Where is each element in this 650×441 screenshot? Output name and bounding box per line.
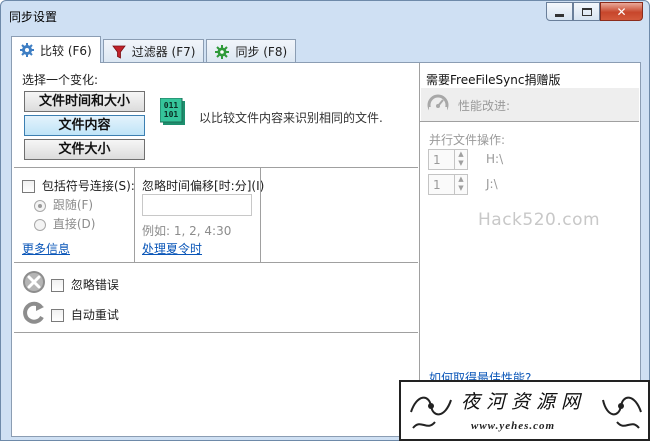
stepper-value: 1	[433, 178, 441, 192]
error-x-icon	[23, 271, 45, 293]
speedometer-icon	[427, 94, 449, 115]
tab-label: 过滤器 (F7)	[131, 45, 196, 59]
tab-strip: 比较 (F6) 过滤器 (F7) 同步 (F8)	[11, 36, 298, 63]
ignore-errors-label: 忽略错误	[70, 278, 119, 292]
symlink-label: 包括符号连接(S):	[41, 179, 135, 193]
divider	[260, 168, 261, 262]
parallel-ops-label: 并行文件操作:	[429, 133, 506, 147]
down-arrow-icon[interactable]: ▼	[455, 184, 467, 193]
symlink-follow-option[interactable]: 跟随(F)	[34, 196, 93, 213]
dst-link[interactable]: 处理夏令时	[142, 240, 202, 257]
divider	[14, 167, 418, 168]
auto-retry-label: 自动重试	[70, 308, 119, 322]
sync-gear-icon	[215, 44, 230, 59]
symlink-checkbox[interactable]	[22, 180, 35, 193]
minimize-icon	[555, 13, 564, 17]
maximize-icon	[581, 7, 592, 16]
stepper-arrows[interactable]: ▲ ▼	[454, 150, 467, 169]
variant-size-button[interactable]: 文件大小	[24, 139, 145, 160]
time-shift-example: 例如: 1, 2, 4:30	[142, 224, 232, 238]
site-watermark: Hack520.com	[478, 210, 601, 230]
device-path-1: H:\	[486, 152, 504, 166]
up-arrow-icon[interactable]: ▲	[455, 175, 467, 184]
tab-filter[interactable]: 过滤器 (F7)	[102, 39, 205, 63]
close-button[interactable]: ✕	[600, 2, 643, 21]
tab-label: 同步 (F8)	[235, 45, 288, 59]
direct-label: 直接(D)	[52, 217, 96, 231]
gear-icon	[20, 43, 34, 57]
symlink-direct-option[interactable]: 直接(D)	[34, 215, 95, 232]
filter-funnel-icon	[111, 45, 126, 59]
symlink-checkbox-row[interactable]: 包括符号连接(S):	[22, 177, 135, 194]
bits-line-2: 101	[164, 110, 179, 119]
close-icon: ✕	[616, 4, 627, 19]
ornament-icon	[410, 396, 452, 429]
stamp-title: 夜河资源网	[461, 391, 587, 413]
time-shift-label: 忽略时间偏移[时:分](I)	[142, 179, 265, 193]
minimize-button[interactable]	[546, 2, 573, 21]
variant-group-label: 选择一个变化:	[22, 73, 99, 87]
variant-content-button[interactable]: 文件内容	[24, 115, 145, 136]
title-bar[interactable]: 同步设置 ✕	[1, 1, 649, 30]
tab-compare[interactable]: 比较 (F6)	[11, 36, 101, 63]
down-arrow-icon[interactable]: ▼	[455, 159, 467, 168]
settings-window: 同步设置 ✕ 比较 (F6) 过滤器 (F7) 同步 (F8) 选择一个变化: …	[0, 0, 650, 441]
variant-description: 以比较文件内容来识别相同的文件.	[199, 111, 383, 125]
direct-radio[interactable]	[34, 218, 46, 231]
retry-icon	[23, 301, 44, 324]
time-shift-input[interactable]	[142, 194, 252, 216]
window-title: 同步设置	[9, 10, 58, 24]
compare-options: 选择一个变化: 文件时间和大小 文件内容 文件大小 011 101 以比较文件内…	[12, 63, 419, 436]
ignore-errors-row[interactable]: 忽略错误	[51, 276, 119, 293]
donation-title: 需要FreeFileSync捐赠版	[426, 73, 561, 87]
stamp-url: www.yehes.com	[471, 420, 556, 432]
tab-label: 比较 (F6)	[40, 43, 92, 58]
divider	[14, 332, 418, 333]
divider	[134, 168, 135, 262]
parallel-count-stepper-1[interactable]: 1 ▲ ▼	[428, 149, 468, 170]
auto-retry-checkbox[interactable]	[51, 309, 64, 322]
bits-line-1: 011	[164, 101, 179, 110]
performance-row: 性能改进:	[421, 88, 639, 121]
divider	[420, 121, 639, 122]
follow-label: 跟随(F)	[52, 198, 94, 212]
parallel-count-stepper-2[interactable]: 1 ▲ ▼	[428, 174, 468, 195]
follow-radio[interactable]	[34, 199, 46, 212]
device-path-2: J:\	[486, 177, 498, 191]
ornament-icon	[602, 396, 642, 429]
stepper-arrows[interactable]: ▲ ▼	[454, 175, 467, 194]
ignore-errors-checkbox[interactable]	[51, 279, 64, 292]
tab-sync[interactable]: 同步 (F8)	[206, 39, 297, 63]
auto-retry-row[interactable]: 自动重试	[51, 306, 119, 323]
site-stamp-overlay: 夜河资源网 www.yehes.com	[399, 380, 650, 441]
variant-time-size-button[interactable]: 文件时间和大小	[24, 91, 145, 112]
binary-compare-icon: 011 101	[160, 98, 185, 125]
stepper-value: 1	[433, 153, 441, 167]
more-info-link[interactable]: 更多信息	[22, 240, 70, 257]
performance-label: 性能改进:	[458, 99, 511, 113]
caption-buttons: ✕	[546, 2, 643, 21]
up-arrow-icon[interactable]: ▲	[455, 150, 467, 159]
maximize-button[interactable]	[573, 2, 600, 21]
divider	[14, 262, 418, 263]
